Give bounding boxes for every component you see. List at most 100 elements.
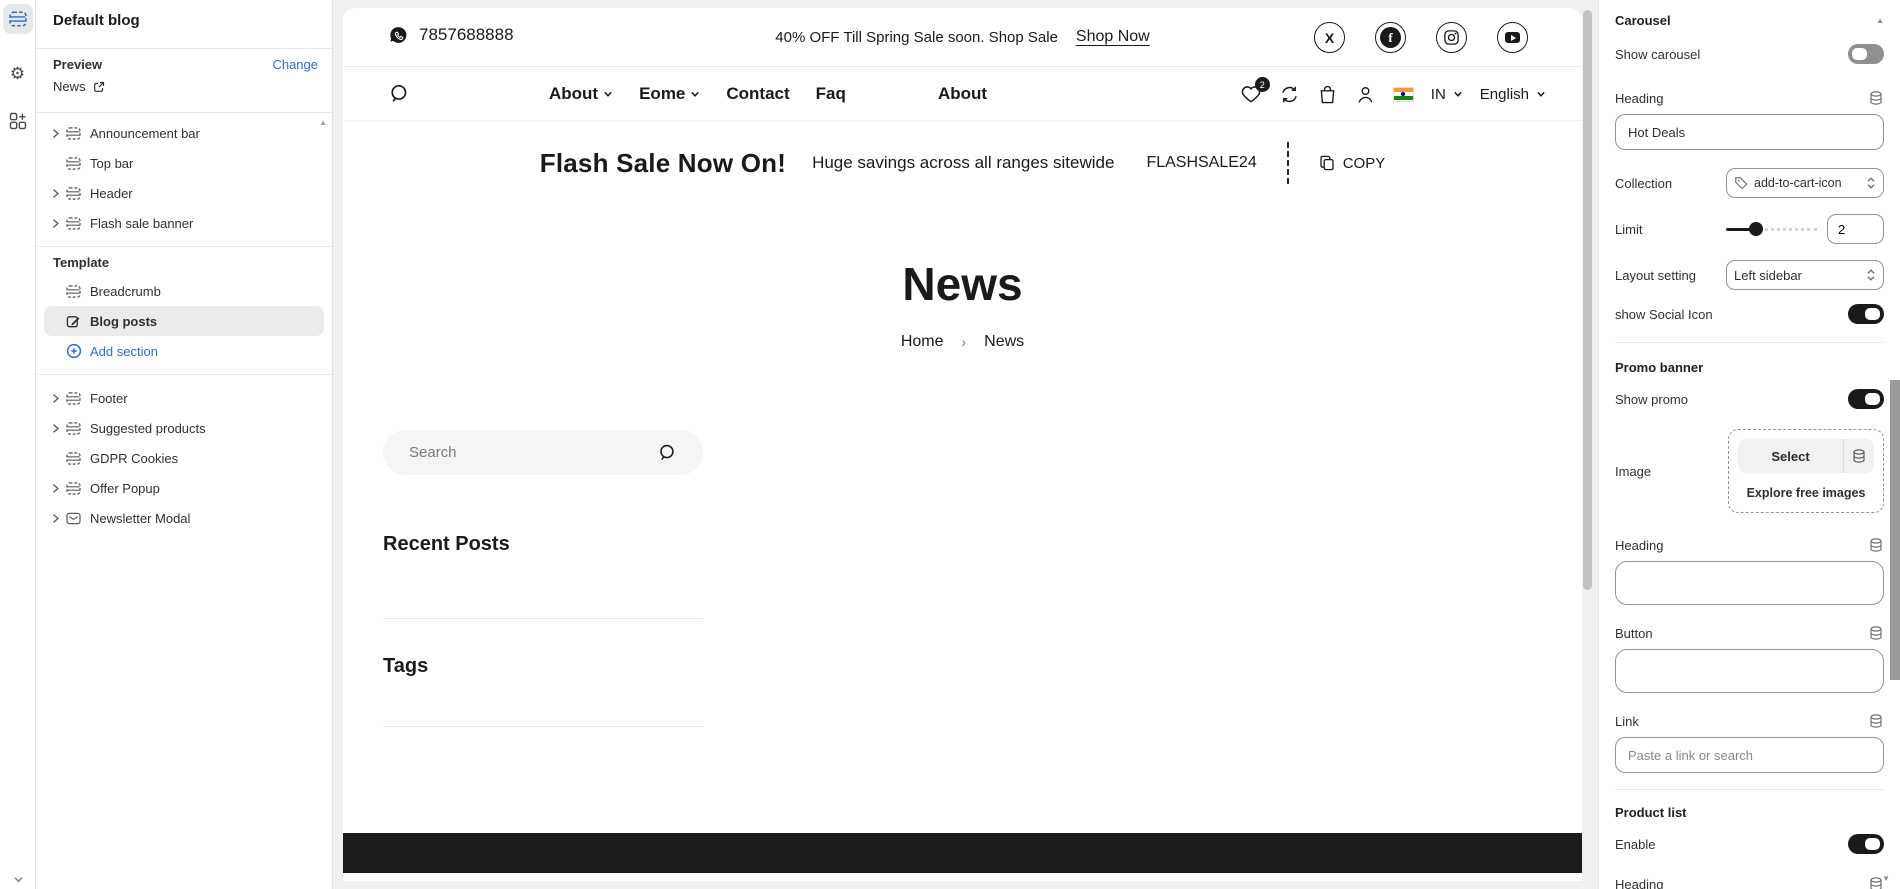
breadcrumb: Home › News	[343, 333, 1582, 351]
divider	[36, 374, 332, 375]
left-rail: ⚙	[0, 0, 36, 889]
blog-search	[383, 430, 703, 475]
product-list-enable-toggle[interactable]	[1848, 834, 1884, 854]
facebook-icon[interactable]: f	[1375, 22, 1406, 53]
divider	[383, 618, 703, 619]
nav-item-about-secondary[interactable]: About	[938, 67, 987, 121]
sidebar-item-offer-popup[interactable]: Offer Popup	[44, 473, 324, 503]
nav-item-faq[interactable]: Faq	[816, 84, 846, 104]
chevron-right-icon[interactable]	[50, 128, 66, 139]
chevron-down-icon	[1453, 89, 1463, 99]
instagram-icon[interactable]	[1436, 22, 1467, 53]
panel-scrollbar-thumb[interactable]	[1890, 380, 1900, 680]
image-select-button[interactable]: Select	[1738, 439, 1874, 473]
add-section-button[interactable]: Add section	[44, 336, 324, 366]
chevron-right-icon[interactable]	[50, 218, 66, 229]
shop-now-link[interactable]: Shop Now	[1076, 28, 1150, 46]
show-promo-toggle[interactable]	[1848, 389, 1884, 409]
dynamic-source-icon[interactable]	[1868, 713, 1884, 729]
external-link-icon[interactable]	[93, 81, 105, 93]
limit-value-input[interactable]	[1827, 214, 1884, 244]
dynamic-source-icon[interactable]	[1868, 625, 1884, 641]
show-social-icon-toggle[interactable]	[1848, 304, 1884, 324]
chevron-right-icon: ›	[962, 334, 967, 350]
search-icon[interactable]	[389, 83, 410, 104]
layout-setting-select[interactable]: Left sidebar	[1726, 260, 1884, 290]
promo-button-input[interactable]	[1615, 649, 1884, 693]
promo-heading-input[interactable]	[1615, 561, 1884, 605]
explore-free-images-link[interactable]: Explore free images	[1738, 486, 1874, 500]
section-icon	[66, 285, 90, 298]
show-carousel-label: Show carousel	[1615, 47, 1700, 62]
preview-page-name: News	[53, 79, 86, 94]
collection-select[interactable]: add-to-cart-icon	[1726, 168, 1884, 198]
nav-item-contact[interactable]: Contact	[726, 84, 789, 104]
x-icon[interactable]: X	[1314, 22, 1345, 53]
compare-sync-icon[interactable]	[1279, 84, 1300, 105]
wishlist-button[interactable]: 2	[1240, 83, 1262, 105]
youtube-icon[interactable]	[1497, 22, 1528, 53]
change-link[interactable]: Change	[272, 57, 318, 72]
promo-link-input[interactable]	[1615, 737, 1884, 773]
scroll-down-caret-icon[interactable]: ▼	[1882, 874, 1890, 883]
gear-icon: ⚙	[10, 65, 25, 82]
dynamic-source-icon[interactable]	[1844, 439, 1874, 473]
edit-icon	[66, 314, 90, 329]
sections-icon	[9, 11, 27, 27]
nav-utilities: 2 IN English	[1240, 67, 1546, 121]
nav-menu: About Eome Contact Faq	[549, 67, 846, 121]
cart-bag-icon[interactable]	[1317, 84, 1338, 105]
sidebar-item-newsletter-modal[interactable]: Newsletter Modal	[44, 503, 324, 533]
chevron-right-icon[interactable]	[50, 513, 66, 524]
apps-rail-button[interactable]	[3, 106, 33, 136]
sidebar-item-blog-posts[interactable]: Blog posts	[44, 306, 324, 336]
rail-scroll-down[interactable]	[0, 874, 36, 885]
account-icon[interactable]	[1355, 84, 1376, 105]
sidebar-item-flash-sale-banner[interactable]: Flash sale banner	[44, 208, 324, 238]
phone-block[interactable]: 7857688888	[389, 25, 514, 45]
chevron-down-icon	[13, 874, 24, 885]
blog-search-input[interactable]	[409, 430, 639, 475]
chevron-right-icon[interactable]	[50, 423, 66, 434]
chevron-right-icon[interactable]	[50, 483, 66, 494]
promo-text: 40% OFF Till Spring Sale soon. Shop Sale	[775, 29, 1058, 46]
nav-item-about[interactable]: About	[549, 84, 613, 104]
sidebar-item-breadcrumb[interactable]: Breadcrumb	[44, 276, 324, 306]
footer-section-group: Footer Suggested products GDPR Cookies O…	[36, 383, 332, 533]
settings-rail-button[interactable]: ⚙	[3, 58, 33, 88]
product-list-heading-label: Heading	[1615, 877, 1663, 889]
image-label: Image	[1615, 464, 1651, 479]
sidebar-item-footer[interactable]: Footer	[44, 383, 324, 413]
sidebar-item-suggested-products[interactable]: Suggested products	[44, 413, 324, 443]
magnifier-icon[interactable]	[658, 443, 677, 462]
dynamic-source-icon[interactable]	[1868, 90, 1884, 106]
promo-link-label: Link	[1615, 714, 1639, 729]
section-icon	[66, 127, 90, 140]
section-icon	[66, 482, 90, 495]
preview-canvas: 7857688888 40% OFF Till Spring Sale soon…	[334, 0, 1598, 889]
nav-item-eome[interactable]: Eome	[639, 84, 700, 104]
country-selector[interactable]: IN	[1431, 86, 1463, 103]
preview-scrollbar-thumb[interactable]	[1583, 10, 1592, 590]
breadcrumb-home[interactable]: Home	[901, 333, 944, 351]
carousel-heading-input[interactable]	[1615, 114, 1884, 150]
flash-code: FLASHSALE24	[1146, 154, 1256, 172]
limit-slider[interactable]	[1726, 222, 1817, 236]
chevron-right-icon[interactable]	[50, 393, 66, 404]
copy-code-button[interactable]: COPY	[1319, 155, 1386, 172]
sections-rail-button[interactable]	[3, 4, 33, 34]
header-section-group: Announcement bar Top bar Header Flash sa…	[36, 118, 332, 238]
sidebar-item-top-bar[interactable]: Top bar	[44, 148, 324, 178]
language-selector[interactable]: English	[1480, 86, 1546, 103]
sidebar-item-header[interactable]: Header	[44, 178, 324, 208]
show-carousel-toggle[interactable]	[1848, 44, 1884, 64]
section-icon	[66, 452, 90, 465]
chevron-right-icon[interactable]	[50, 188, 66, 199]
dynamic-source-icon[interactable]	[1868, 537, 1884, 553]
sidebar-item-label: Flash sale banner	[90, 216, 193, 231]
collapse-caret-icon[interactable]: ▲	[1876, 16, 1884, 25]
sidebar-item-gdpr-cookies[interactable]: GDPR Cookies	[44, 443, 324, 473]
sidebar-item-announcement-bar[interactable]: Announcement bar	[44, 118, 324, 148]
sidebar-item-label: Top bar	[90, 156, 133, 171]
section-icon	[66, 217, 90, 230]
